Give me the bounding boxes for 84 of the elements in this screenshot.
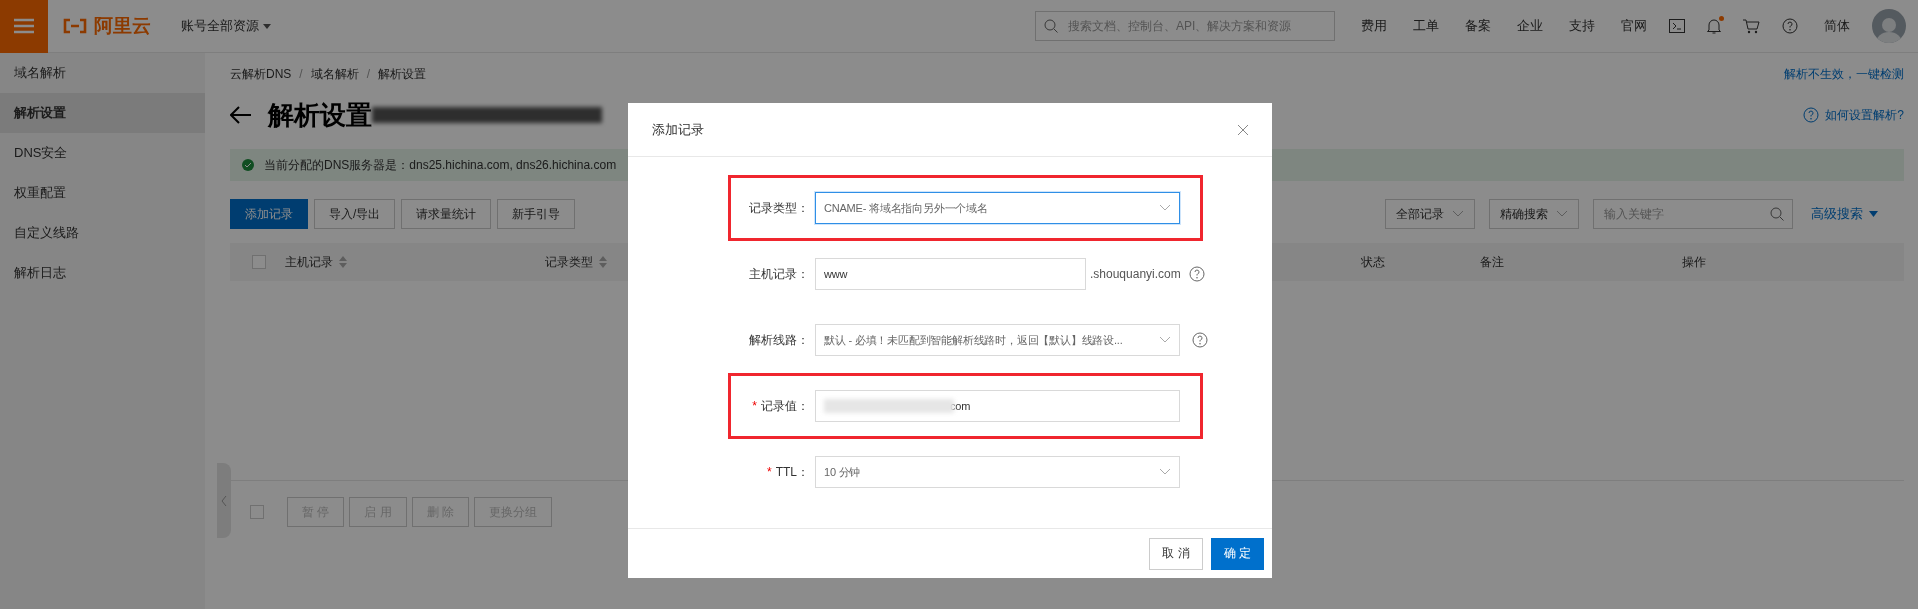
help-icon[interactable]	[1782, 18, 1798, 34]
action-button[interactable]: 导入/导出	[314, 199, 396, 229]
bell-icon	[1707, 18, 1721, 34]
cart-icon	[1743, 18, 1760, 34]
chevron-down-icon	[1159, 204, 1171, 212]
chevron-down-icon	[1452, 210, 1464, 218]
field-label: 主机记录：	[749, 265, 809, 283]
sort-icon[interactable]	[339, 256, 347, 268]
field-label: 记录类型：	[749, 199, 809, 217]
nav-link[interactable]: 官网	[1621, 17, 1647, 35]
sidebar-item[interactable]: DNS安全	[0, 133, 205, 173]
column-header[interactable]: 备注	[1480, 253, 1504, 271]
input-field[interactable]: com	[815, 390, 1180, 422]
check-circle-icon	[242, 159, 254, 171]
alert-text: 当前分配的DNS服务器是：dns25.hichina.com, dns26.hichina.com	[264, 156, 617, 174]
checkbox[interactable]	[250, 505, 264, 519]
terminal-icon	[1669, 19, 1685, 33]
checkbox[interactable]	[252, 255, 266, 269]
close-icon[interactable]	[1238, 124, 1248, 135]
field-label: 记录值：	[761, 397, 809, 415]
nav-link[interactable]: 支持	[1569, 17, 1595, 35]
chevron-down-icon	[1159, 468, 1171, 476]
dialog-button[interactable]: 取 消	[1149, 537, 1203, 570]
menu-icon	[14, 18, 34, 34]
logo-icon	[62, 18, 88, 34]
required-mark: *	[752, 399, 757, 413]
match-mode-dropdown[interactable]: 精确搜索	[1489, 199, 1579, 229]
help-icon[interactable]	[1192, 332, 1208, 348]
column-header[interactable]: 状态	[1361, 253, 1385, 271]
record-filter-dropdown[interactable]: 全部记录	[1385, 199, 1475, 229]
column-header[interactable]: 记录类型	[545, 253, 607, 271]
advanced-search-link[interactable]: 高级搜索	[1811, 205, 1878, 223]
select-field[interactable]: 10 分钟	[815, 456, 1180, 488]
sidebar-item[interactable]: 解析设置	[0, 93, 205, 133]
chevron-left-icon	[221, 495, 227, 506]
sidebar-item[interactable]: 解析日志	[0, 253, 205, 293]
bell-button[interactable]	[1707, 18, 1721, 34]
chevron-down-icon	[1159, 336, 1171, 344]
sidebar-title: 域名解析	[13, 64, 67, 82]
user-silhouette-icon	[1876, 15, 1902, 43]
caret-icon	[263, 23, 271, 29]
help-link[interactable]: 如何设置解析?	[1825, 106, 1904, 124]
sidebar-item[interactable]: 权重配置	[0, 173, 205, 213]
help-icon[interactable]	[1188, 266, 1205, 282]
required-mark: *	[767, 465, 772, 479]
page-title: 解析设置	[268, 98, 372, 132]
back-arrow-icon[interactable]	[230, 106, 252, 124]
select-field[interactable]: CNAME- 将域名指向另外一个域名	[815, 192, 1180, 224]
breadcrumb-separator: /	[299, 67, 303, 81]
logo-text: 阿里云	[94, 14, 151, 38]
sort-icon[interactable]	[599, 256, 607, 268]
avatar[interactable]	[1872, 9, 1906, 43]
nav-link[interactable]: 企业	[1517, 17, 1543, 35]
action-button[interactable]: 新手引导	[497, 199, 576, 229]
dialog-title: 添加记录	[652, 120, 704, 139]
cart-button[interactable]	[1743, 18, 1760, 34]
column-header[interactable]: 操作	[1682, 253, 1706, 271]
sidebar-item[interactable]: 自定义线路	[0, 213, 205, 253]
breadcrumb-separator: /	[366, 67, 371, 81]
nav-link[interactable]: 备案	[1465, 17, 1491, 35]
action-button[interactable]: 请求量统计	[401, 199, 492, 229]
terminal-button[interactable]	[1669, 19, 1685, 33]
menu-button[interactable]	[0, 0, 48, 53]
action-button[interactable]: 添加记录	[230, 199, 308, 229]
breadcrumb-item[interactable]: 域名解析	[310, 65, 359, 83]
search-icon	[1770, 207, 1784, 221]
domain-suffix: .shouquanyi.com	[1090, 267, 1181, 281]
account-menu[interactable]: 账号全部资源	[175, 16, 277, 36]
help-icon[interactable]	[1803, 107, 1820, 123]
dialog-button[interactable]: 确 定	[1210, 537, 1264, 570]
input-field[interactable]: www	[815, 258, 1086, 290]
chevron-down-icon	[1556, 210, 1568, 218]
nav-link[interactable]: 费用	[1361, 17, 1387, 35]
language-menu[interactable]: 简体	[1824, 17, 1850, 35]
field-label: 解析线路：	[749, 331, 809, 349]
nav-link[interactable]: 工单	[1413, 17, 1439, 35]
caret-icon	[1869, 211, 1878, 217]
field-label: TTL：	[775, 463, 809, 481]
check-link[interactable]: 解析不生效，一键检测	[1784, 65, 1904, 83]
breadcrumb-item[interactable]: 解析设置	[378, 65, 427, 83]
breadcrumb-item[interactable]: 云解析DNS	[230, 65, 292, 83]
search-icon	[1044, 19, 1058, 33]
column-header[interactable]: 主机记录	[285, 253, 347, 271]
select-field[interactable]: 默认 - 必填！未匹配到智能解析线路时，返回【默认】线路设...	[815, 324, 1180, 356]
